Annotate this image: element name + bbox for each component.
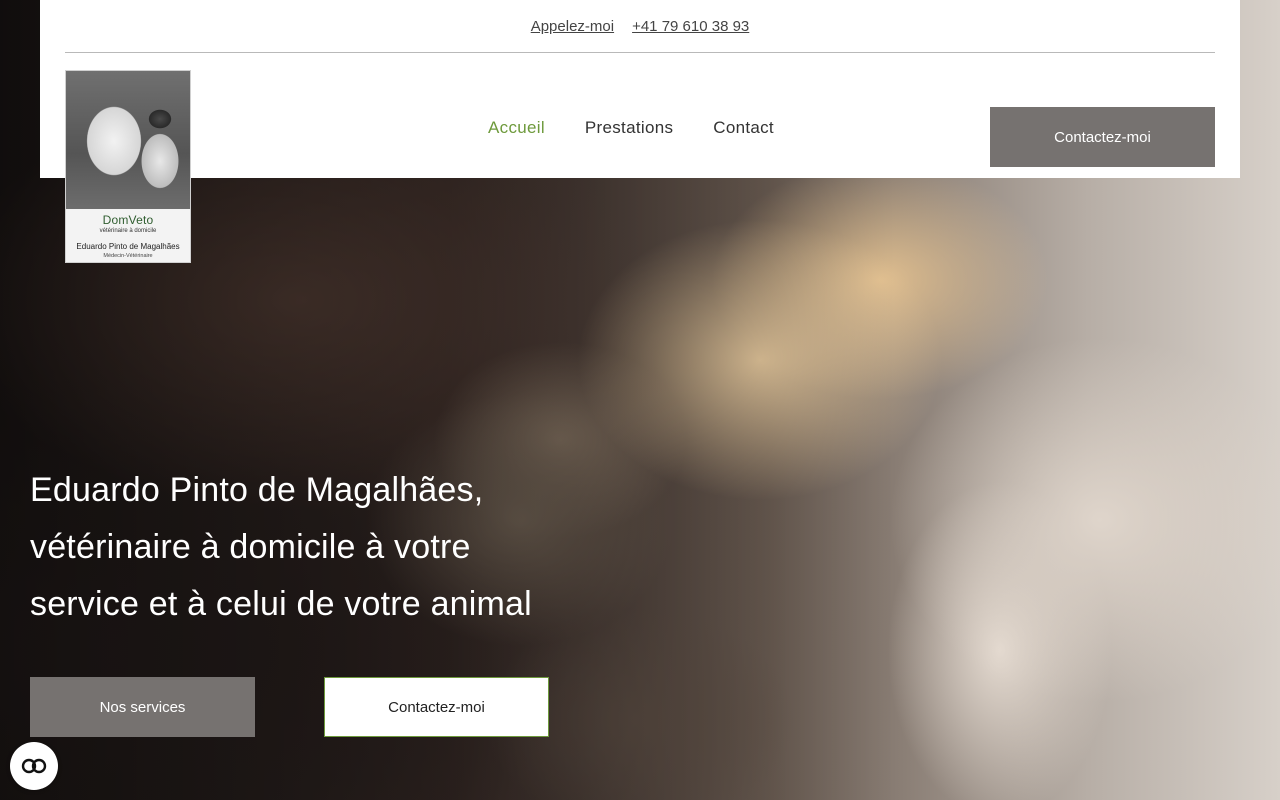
nav-item-prestations[interactable]: Prestations — [585, 118, 673, 138]
call-me-link[interactable]: Appelez-moi — [531, 18, 614, 35]
logo-tagline: vétérinaire à domicile — [99, 228, 157, 234]
nav-item-accueil[interactable]: Accueil — [488, 118, 545, 138]
hero-title-line-2: vétérinaire à domicile à votre — [30, 528, 471, 566]
hero-title: Eduardo Pinto de Magalhães, vétérinaire … — [30, 462, 650, 633]
accessibility-icon — [21, 758, 47, 774]
main-navigation: Accueil Prestations Contact — [488, 118, 774, 138]
header-contact-button[interactable]: Contactez-moi — [990, 107, 1215, 167]
site-logo[interactable]: DomVeto vétérinaire à domicile Eduardo P… — [65, 70, 191, 263]
logo-pets-photo — [66, 71, 190, 209]
accessibility-button[interactable] — [10, 742, 58, 790]
phone-number-link[interactable]: +41 79 610 38 93 — [632, 18, 749, 35]
contact-topbar: Appelez-moi +41 79 610 38 93 — [65, 0, 1215, 53]
logo-name: Eduardo Pinto de Magalhães — [76, 242, 180, 251]
logo-role: Médecin-Vétérinaire — [103, 253, 153, 259]
logo-brand: DomVeto — [102, 213, 154, 227]
our-services-button[interactable]: Nos services — [30, 677, 255, 737]
hero-contact-button[interactable]: Contactez-moi — [324, 677, 549, 737]
hero-title-line-1: Eduardo Pinto de Magalhães, — [30, 471, 484, 509]
nav-item-contact[interactable]: Contact — [713, 118, 774, 138]
hero-title-line-3: service et à celui de votre animal — [30, 585, 532, 623]
